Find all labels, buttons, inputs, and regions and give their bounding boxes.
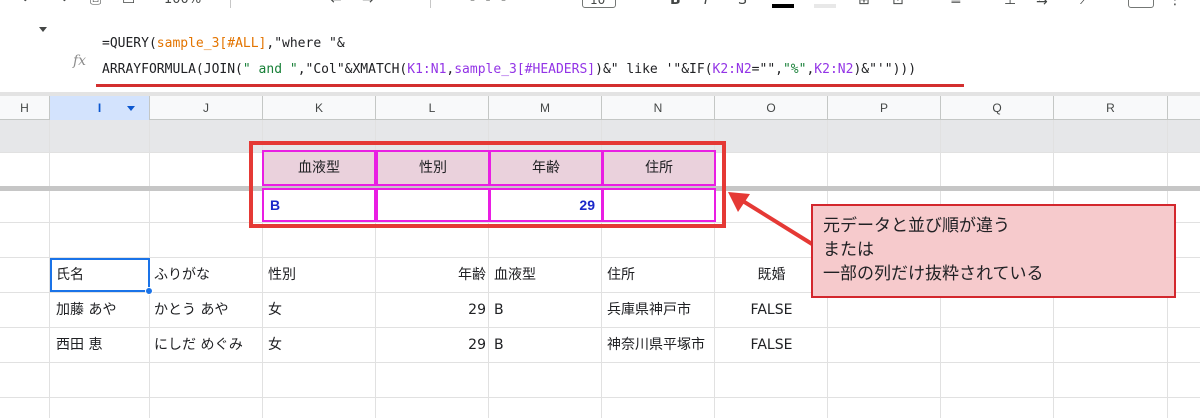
table-cell[interactable]: 西田 恵 (56, 328, 146, 362)
table-header-cell[interactable]: 血液型 (494, 258, 594, 292)
toolbar: ↶ ↷ ⎙ ▭ 100% ← → - - - 10 B I S ⊞ ⊡ ≡ ⊥ … (0, 0, 1200, 10)
formula-token: sample_3[#ALL] (156, 36, 267, 51)
table-cell[interactable]: 神奈川県平塚市 (607, 328, 717, 362)
annotation-arrow (728, 192, 814, 246)
table-cell[interactable]: 加藤 あや (56, 293, 146, 327)
table-cell[interactable]: B (494, 328, 594, 362)
table-cell[interactable]: 女 (268, 328, 368, 362)
font-size-value: 10 (590, 0, 606, 7)
text-color-icon[interactable] (772, 4, 794, 8)
bold-icon[interactable]: B (670, 0, 681, 9)
table-cell[interactable]: FALSE (715, 328, 828, 362)
merge-cells-icon[interactable]: ⊡ (892, 0, 904, 9)
callout-line: または (823, 240, 874, 260)
column-dropdown-icon[interactable] (127, 106, 135, 111)
table-cell[interactable]: 女 (268, 293, 368, 327)
column-header-q[interactable]: Q (941, 96, 1054, 120)
formula-token: sample_3[#HEADERS] (454, 62, 596, 77)
fill-handle[interactable] (145, 287, 153, 295)
table-header-cell[interactable]: 年齢 (376, 258, 486, 292)
font-family-select[interactable]: - - - (470, 0, 509, 9)
increase-decimal-icon[interactable]: → (362, 0, 374, 9)
formula-token: ,"Col"&XMATCH( (297, 62, 408, 77)
grid-row-line (0, 397, 1200, 398)
italic-icon[interactable]: I (704, 0, 708, 9)
decrease-decimal-icon[interactable]: ← (330, 0, 342, 9)
callout-line: 元データと並び順が違う (823, 216, 1010, 236)
horizontal-align-icon[interactable]: ≡ (950, 0, 962, 9)
criteria-value-cell[interactable] (376, 188, 490, 222)
text-rotation-icon[interactable]: ⟋ (1080, 0, 1090, 9)
table-cell[interactable]: 29 (376, 293, 486, 327)
formula-token: ="", (751, 62, 783, 77)
formula-token: =QUERY( (102, 36, 157, 51)
table-cell[interactable]: 兵庫県神戸市 (607, 293, 717, 327)
zoom-select[interactable]: 100% (164, 0, 201, 9)
criteria-value-cell[interactable] (602, 188, 716, 222)
table-cell[interactable]: かとう あや (154, 293, 259, 327)
column-header-p[interactable]: P (828, 96, 941, 120)
column-header-h[interactable]: H (0, 96, 50, 120)
formula-line-2[interactable]: ARRAYFORMULA(JOIN(" and ","Col"&XMATCH(K… (102, 62, 916, 78)
redo-icon[interactable]: ↷ (56, 0, 68, 9)
table-cell[interactable]: B (494, 293, 594, 327)
criteria-header-cell[interactable]: 住所 (602, 150, 716, 186)
more-options-box[interactable] (1128, 0, 1154, 8)
callout-line: 一部の列だけ抜粋されている (823, 264, 1044, 284)
more-icon[interactable]: ⋮ (1168, 0, 1182, 9)
fill-color-icon[interactable] (814, 4, 836, 8)
formula-token: "%" (782, 62, 807, 77)
criteria-header-cell[interactable]: 年齢 (489, 150, 603, 186)
formula-token: ,"where "& (266, 36, 345, 51)
formula-token: )&"'"))) (853, 62, 917, 77)
table-header-cell[interactable]: 性別 (268, 258, 368, 292)
grid-row-line (0, 362, 1200, 363)
formula-token: K2:N2 (712, 62, 752, 77)
criteria-value-cell[interactable]: 29 (489, 188, 603, 222)
column-header-r[interactable]: R (1054, 96, 1168, 120)
name-box-dropdown-icon[interactable] (39, 27, 47, 32)
criteria-header-cell[interactable]: 血液型 (262, 150, 376, 186)
table-cell[interactable]: FALSE (715, 293, 828, 327)
criteria-value-cell[interactable]: B (262, 188, 376, 222)
column-header-bar: HIJKLMNOPQR (0, 96, 1200, 120)
formula-highlight-underline (96, 84, 964, 87)
formula-token: " and " (242, 62, 298, 77)
column-header-i[interactable]: I (50, 96, 150, 120)
column-header-o[interactable]: O (715, 96, 828, 120)
annotation-callout: 元データと並び順が違う または一部の列だけ抜粋されている (811, 204, 1176, 298)
text-wrap-icon[interactable]: ⇆ (1036, 0, 1048, 9)
undo-icon[interactable]: ↶ (22, 0, 34, 9)
strikethrough-icon[interactable]: S (738, 0, 747, 9)
formula-line-1[interactable]: =QUERY(sample_3[#ALL],"where "& (102, 36, 345, 52)
formula-token: K2:N2 (814, 62, 854, 77)
formula-token: ARRAYFORMULA(JOIN( (102, 62, 243, 77)
formula-token: )&" like '"&IF( (595, 62, 713, 77)
print-icon[interactable]: ⎙ (90, 0, 101, 9)
column-header-m[interactable]: M (489, 96, 602, 120)
toolbar-separator (430, 0, 431, 8)
criteria-header-cell[interactable]: 性別 (376, 150, 490, 186)
column-header-n[interactable]: N (602, 96, 715, 120)
column-header-l[interactable]: L (376, 96, 489, 120)
formula-token: K1:N1 (407, 62, 447, 77)
table-header-cell[interactable]: 住所 (607, 258, 717, 292)
fx-icon: fx (73, 53, 87, 69)
column-header-j[interactable]: J (150, 96, 263, 120)
paint-format-icon[interactable]: ▭ (122, 0, 135, 9)
vertical-align-icon[interactable]: ⊥ (1004, 0, 1016, 9)
table-cell[interactable]: 29 (376, 328, 486, 362)
table-header-cell[interactable]: ふりがな (154, 258, 259, 292)
borders-icon[interactable]: ⊞ (858, 0, 870, 9)
table-cell[interactable]: にしだ めぐみ (154, 328, 259, 362)
toolbar-separator (230, 0, 231, 8)
selected-cell[interactable] (50, 258, 150, 292)
column-header-k[interactable]: K (263, 96, 376, 120)
